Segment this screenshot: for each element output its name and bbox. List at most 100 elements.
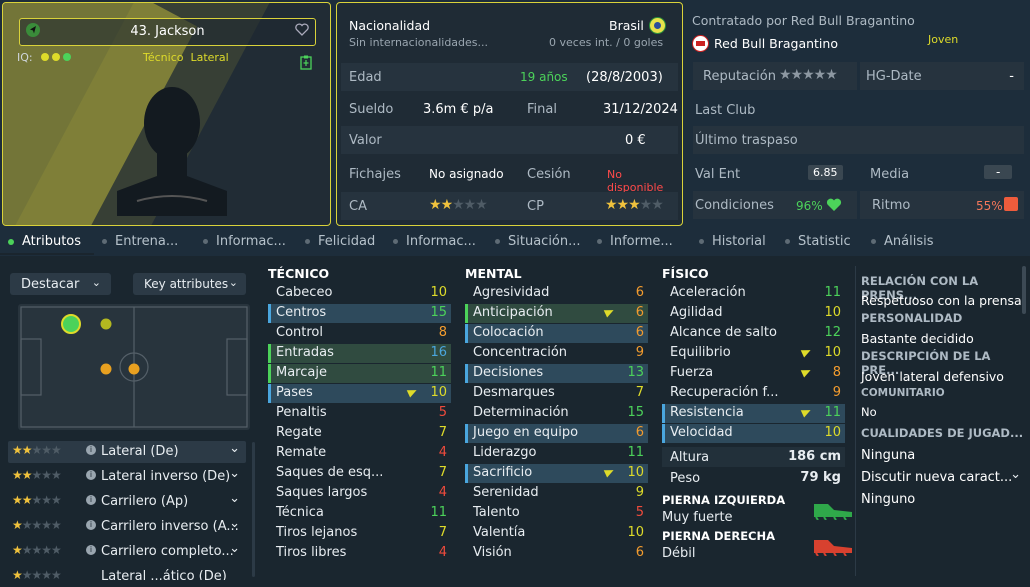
tab-label: Análisis (884, 234, 934, 249)
press-value: Respetuoso con la prensa (861, 293, 1022, 308)
chevron-down-icon[interactable]: ⌄ (229, 491, 240, 506)
birth-date: (28/8/2003) (586, 70, 663, 85)
role-list-scrollbar[interactable] (252, 442, 255, 577)
tab-dot (102, 239, 107, 244)
role-item[interactable]: ★★★★★ Lateral ...ático (De) (8, 566, 246, 580)
tab-situacion[interactable]: Situación... (495, 234, 581, 249)
attr-row[interactable]: Tiros libres 4 (268, 544, 451, 563)
attr-row[interactable]: Concentración 9 (465, 344, 648, 363)
attr-row[interactable]: Serenidad 9 (465, 484, 648, 503)
attr-row[interactable]: Anticipación 6 (465, 304, 648, 323)
attr-row[interactable]: Juego en equipo 6 (465, 424, 648, 443)
attr-row[interactable]: Saques largos 4 (268, 484, 451, 503)
attr-row[interactable]: Control 8 (268, 324, 451, 343)
attr-name: Fuerza (670, 365, 714, 380)
clipboard-icon[interactable] (300, 55, 312, 74)
attr-row[interactable]: Recuperación f... 9 (662, 384, 845, 403)
attr-row[interactable]: Entradas 16 (268, 344, 451, 363)
tab-informe[interactable]: Informe... (597, 234, 673, 249)
discuss-dropdown[interactable]: Discutir nueva caract... ⌄ (861, 467, 1025, 488)
attr-row[interactable]: Agilidad 10 (662, 304, 845, 323)
attr-row[interactable]: Cabeceo 10 (268, 284, 451, 303)
tab-informacion-2[interactable]: Informac... (393, 234, 476, 249)
key-attributes-dropdown[interactable]: Key attributes ⌄ (133, 273, 246, 295)
club-name[interactable]: Red Bull Bragantino (714, 36, 838, 51)
left-boot-icon (814, 504, 852, 520)
info-icon[interactable]: i (86, 470, 96, 480)
tab-statistic[interactable]: Statistic (785, 234, 851, 249)
tab-historial[interactable]: Historial (699, 234, 766, 249)
weight-value: 79 kg (800, 470, 841, 485)
iq-dot-2 (52, 53, 61, 61)
attr-value: 6 (635, 425, 644, 440)
reputation-label: Reputación (703, 69, 776, 84)
attr-row[interactable]: Determinación 15 (465, 404, 648, 423)
attr-row[interactable]: Regate 7 (268, 424, 451, 443)
highlight-dropdown[interactable]: Destacar ⌄ (10, 273, 111, 295)
info-icon[interactable]: i (86, 445, 96, 455)
attr-row[interactable]: Visión 6 (465, 544, 648, 563)
heart-icon[interactable] (295, 23, 309, 40)
info-icon[interactable]: i (86, 495, 96, 505)
attr-row[interactable]: Desmarques 7 (465, 384, 648, 403)
progress-arrow-icon (406, 386, 419, 398)
position-pitch (18, 304, 250, 430)
attr-row[interactable]: Resistencia 11 (662, 404, 845, 423)
attr-row[interactable]: Tiros lejanos 7 (268, 524, 451, 543)
info-icon[interactable]: i (86, 520, 96, 530)
attr-row[interactable]: Colocación 6 (465, 324, 648, 343)
attr-row[interactable]: Agresividad 6 (465, 284, 648, 303)
info-icon[interactable]: i (86, 545, 96, 555)
chevron-down-icon[interactable]: ⌄ (229, 516, 240, 531)
role-item[interactable]: ★★★★★ i Carrilero inverso (A... ⌄ (8, 516, 246, 538)
attr-row[interactable]: Talento 5 (465, 504, 648, 523)
attr-row[interactable]: Velocidad 10 (662, 424, 845, 443)
transfers-value[interactable]: No asignado (429, 167, 504, 181)
chevron-down-icon[interactable]: ⌄ (229, 466, 240, 481)
attr-row[interactable]: Alcance de salto 12 (662, 324, 845, 343)
role-stars: ★★★★★ (12, 443, 62, 457)
hg-row: HG-Date - (860, 62, 1024, 90)
role-item[interactable]: ★★★★★ i Lateral inverso (De) ⌄ (8, 466, 246, 488)
value-row: Valor 0 € (341, 126, 678, 154)
attr-row[interactable]: Centros 15 (268, 304, 451, 323)
weight-row: Peso 79 kg (662, 468, 845, 488)
key-attr-marker (662, 404, 665, 423)
attr-name: Tiros lejanos (276, 525, 358, 540)
side-scrollbar[interactable] (1022, 266, 1026, 314)
attr-row[interactable]: Pases 10 (268, 384, 451, 403)
tab-atributos[interactable]: Atributos (8, 234, 81, 249)
role-name: Carrilero completo... (101, 544, 234, 559)
chevron-down-icon: ⌄ (1010, 467, 1021, 482)
attr-value: 15 (430, 305, 447, 320)
role-item[interactable]: ★★★★★ i Carrilero (Ap) ⌄ (8, 491, 246, 513)
attr-row[interactable]: Remate 4 (268, 444, 451, 463)
attr-row[interactable]: Saques de esq... 7 (268, 464, 451, 483)
attr-value: 10 (824, 425, 841, 440)
attr-row[interactable]: Marcaje 11 (268, 364, 451, 383)
attr-row[interactable]: Liderazgo 11 (465, 444, 648, 463)
attr-row[interactable]: Penaltis 5 (268, 404, 451, 423)
nationality-value[interactable]: Brasil (609, 18, 644, 33)
attr-row[interactable]: Fuerza 8 (662, 364, 845, 383)
highlight-label: Destacar (21, 277, 80, 292)
ability-row: CA ★★★★★ CP ★★★★★ (341, 192, 678, 220)
loan-value[interactable]: No disponible (607, 168, 678, 194)
attr-row[interactable]: Sacrificio 10 (465, 464, 648, 483)
role-item[interactable]: ★★★★★ i Carrilero completo... ⌄ (8, 541, 246, 563)
chevron-down-icon[interactable]: ⌄ (229, 441, 240, 456)
tab-entrenamiento[interactable]: Entrena... (102, 234, 178, 249)
age-label: Edad (349, 70, 382, 85)
attr-row[interactable]: Equilibrio 10 (662, 344, 845, 363)
tab-felicidad[interactable]: Felicidad (305, 234, 375, 249)
tab-informacion[interactable]: Informac... (203, 234, 286, 249)
tab-analisis[interactable]: Análisis (871, 234, 933, 249)
player-name-box[interactable]: 43. Jackson (19, 18, 316, 46)
attr-row[interactable]: Decisiones 13 (465, 364, 648, 383)
attr-row[interactable]: Valentía 10 (465, 524, 648, 543)
role-item[interactable]: ★★★★★ i Lateral (De) ⌄ (8, 441, 246, 463)
chevron-down-icon[interactable]: ⌄ (229, 541, 240, 556)
tab-dot (305, 239, 310, 244)
attr-row[interactable]: Aceleración 11 (662, 284, 845, 303)
attr-row[interactable]: Técnica 11 (268, 504, 451, 523)
